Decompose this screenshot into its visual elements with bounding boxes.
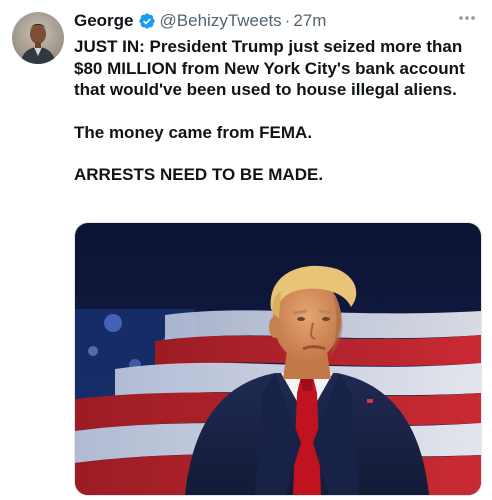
- tweet-card: George @BehizyTweets · 27m JUST IN: Pres…: [0, 0, 492, 500]
- avatar[interactable]: [12, 12, 64, 64]
- tweet-paragraph: ARRESTS NEED TO BE MADE.: [74, 165, 324, 184]
- avatar-image: [12, 12, 64, 64]
- header-separator: ·: [284, 11, 291, 30]
- tweet-paragraph: The money came from FEMA.: [74, 122, 313, 142]
- tweet-header: George @BehizyTweets · 27m: [74, 8, 452, 34]
- more-horizontal-icon[interactable]: [456, 10, 478, 26]
- tweet-timestamp[interactable]: 27m: [293, 11, 326, 31]
- photo-image: [75, 223, 481, 495]
- verified-badge-icon: [138, 12, 156, 30]
- author-name[interactable]: George: [74, 11, 134, 31]
- author-handle[interactable]: @BehizyTweets: [160, 11, 282, 31]
- tweet-paragraph: JUST IN: President Trump just seized mor…: [74, 37, 465, 99]
- tweet-photo[interactable]: [74, 222, 482, 496]
- tweet-text: JUST IN: President Trump just seized mor…: [74, 36, 474, 186]
